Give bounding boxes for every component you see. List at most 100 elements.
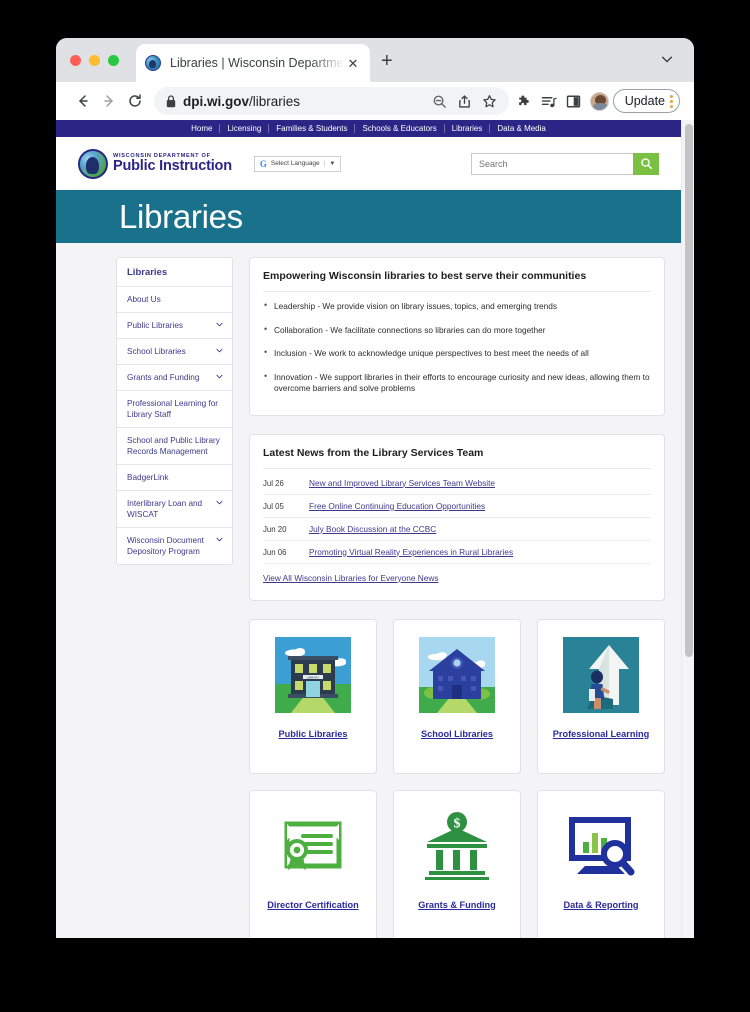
chevron-down-icon[interactable] (216, 322, 223, 327)
sidebar-item-label: Professional Learning for Library Staff (127, 399, 219, 419)
site-top-navigation: Home Licensing Families & Students Schoo… (56, 120, 681, 137)
topnav-item-licensing[interactable]: Licensing (220, 124, 270, 133)
new-tab-button[interactable]: + (381, 51, 393, 71)
dpi-logo-icon (78, 148, 108, 179)
profile-avatar[interactable] (589, 91, 609, 111)
site-brand-row: WISCONSIN DEPARTMENT OF Public Instructi… (56, 137, 681, 190)
sidebar-item-document-depository[interactable]: Wisconsin Document Depository Program (117, 528, 232, 564)
close-window-button[interactable] (70, 55, 81, 66)
dpi-favicon (145, 55, 161, 71)
dpi-logo[interactable]: WISCONSIN DEPARTMENT OF Public Instructi… (78, 148, 232, 179)
logo-line-2: Public Instruction (113, 158, 232, 174)
list-item: Innovation - We support libraries in the… (263, 366, 651, 401)
svg-text:LIBRARY: LIBRARY (307, 675, 320, 679)
tile-school-libraries[interactable]: School Libraries (393, 618, 521, 774)
forward-button[interactable] (96, 88, 122, 114)
news-date: Jul 05 (263, 501, 284, 511)
topnav-item-data-media[interactable]: Data & Media (490, 124, 552, 133)
news-link[interactable]: Promoting Virtual Reality Experiences in… (309, 547, 513, 557)
tile-label[interactable]: Data & Reporting (563, 899, 638, 911)
sidebar-title: Libraries (117, 258, 232, 287)
sidebar-toggle-icon[interactable] (566, 94, 581, 109)
tile-public-libraries[interactable]: LIBRARY Public Libraries (249, 618, 377, 774)
page-title: Libraries (119, 197, 243, 235)
reload-button[interactable] (122, 88, 148, 114)
site-search (471, 152, 659, 175)
monitor-chart-magnifier-icon (569, 816, 635, 875)
news-link[interactable]: Free Online Continuing Education Opportu… (309, 501, 485, 511)
url-path: /libraries (249, 93, 301, 109)
certificate-icon (284, 821, 342, 870)
tile-label[interactable]: Director Certification (267, 899, 358, 911)
tab-search-chevron-down-icon[interactable] (660, 52, 674, 66)
topnav-item-families-students[interactable]: Families & Students (269, 124, 356, 133)
sidebar-item-school-libraries[interactable]: School Libraries (117, 339, 232, 365)
maximize-window-button[interactable] (108, 55, 119, 66)
news-item: Jun 20 July Book Discussion at the CCBC (263, 518, 651, 541)
scrollbar-thumb[interactable] (685, 124, 693, 657)
address-bar[interactable]: dpi.wi.gov/libraries (154, 87, 509, 115)
sidebar-item-label: Wisconsin Document Depository Program (127, 536, 204, 556)
chrome-menu-icon[interactable] (670, 94, 673, 108)
mission-heading: Empowering Wisconsin libraries to best s… (263, 270, 651, 292)
list-item: Leadership - We provide vision on librar… (263, 295, 651, 319)
chevron-down-icon[interactable] (216, 348, 223, 353)
tile-label[interactable]: Professional Learning (553, 728, 650, 740)
google-g-icon: G (259, 158, 267, 169)
window-traffic-lights (70, 55, 119, 66)
tile-label[interactable]: School Libraries (421, 728, 493, 740)
topnav-item-schools-educators[interactable]: Schools & Educators (355, 124, 445, 133)
news-card: Latest News from the Library Services Te… (249, 433, 665, 601)
zoom-out-icon[interactable] (432, 94, 447, 109)
chevron-down-icon[interactable] (216, 500, 223, 505)
share-icon[interactable] (457, 94, 472, 109)
news-date: Jun 06 (263, 547, 287, 557)
topnav-item-home[interactable]: Home (184, 124, 221, 133)
sidebar-item-label: School and Public Library Records Manage… (127, 436, 220, 456)
news-heading: Latest News from the Library Services Te… (263, 447, 651, 469)
search-input[interactable] (471, 152, 633, 175)
news-link[interactable]: July Book Discussion at the CCBC (309, 524, 436, 534)
back-button[interactable] (70, 88, 96, 114)
chevron-down-icon[interactable] (216, 374, 223, 379)
reading-list-icon[interactable] (541, 94, 557, 109)
extensions-puzzle-icon[interactable] (517, 94, 532, 109)
tile-professional-learning[interactable]: Professional Learning (537, 618, 665, 774)
sidebar-item-about-us[interactable]: About Us (117, 287, 232, 313)
news-item: Jul 05 Free Online Continuing Education … (263, 495, 651, 518)
browser-tab[interactable]: Libraries | Wisconsin Departme ✕ (136, 44, 370, 82)
news-item: Jun 06 Promoting Virtual Reality Experie… (263, 541, 651, 564)
news-link[interactable]: New and Improved Library Services Team W… (309, 478, 495, 488)
sidebar-item-badgerlink[interactable]: BadgerLink (117, 465, 232, 491)
toolbar-icons (517, 91, 609, 111)
tile-label[interactable]: Grants & Funding (418, 899, 496, 911)
tile-grants-funding[interactable]: $ Grants & Funding (393, 789, 521, 938)
update-button[interactable]: Update (612, 89, 680, 113)
main-column: Empowering Wisconsin libraries to best s… (249, 257, 665, 938)
sidebar-item-professional-learning[interactable]: Professional Learning for Library Staff (117, 391, 232, 428)
sidebar-item-grants-and-funding[interactable]: Grants and Funding (117, 365, 232, 391)
bookmark-star-icon[interactable] (482, 94, 497, 109)
translate-label: Select Language (270, 160, 320, 167)
page-scrollbar[interactable] (681, 120, 694, 938)
url-domain: dpi.wi.gov (183, 93, 249, 109)
google-translate-widget[interactable]: G Select Language | ▼ (253, 155, 342, 172)
person-arrow-growth-image (563, 636, 639, 713)
search-icon (640, 158, 652, 170)
topnav-item-libraries[interactable]: Libraries (445, 124, 491, 133)
tile-data-reporting[interactable]: Data & Reporting (537, 789, 665, 938)
chevron-down-icon[interactable] (216, 537, 223, 542)
sidebar-item-public-libraries[interactable]: Public Libraries (117, 313, 232, 339)
close-tab-icon[interactable]: ✕ (345, 57, 361, 70)
minimize-window-button[interactable] (89, 55, 100, 66)
mission-card: Empowering Wisconsin libraries to best s… (249, 257, 665, 416)
search-submit-button[interactable] (633, 152, 659, 175)
sidebar-item-label: Interlibrary Loan and WISCAT (127, 499, 203, 519)
public-library-building-image: LIBRARY (275, 636, 351, 713)
tile-label[interactable]: Public Libraries (279, 728, 348, 740)
browser-window: Libraries | Wisconsin Departme ✕ + dpi.w… (56, 38, 694, 938)
sidebar-item-interlibrary-loan[interactable]: Interlibrary Loan and WISCAT (117, 491, 232, 528)
view-all-news-link[interactable]: View All Wisconsin Libraries for Everyon… (263, 573, 439, 583)
tile-director-certification[interactable]: Director Certification (249, 789, 377, 938)
sidebar-item-records-management[interactable]: School and Public Library Records Manage… (117, 428, 232, 465)
